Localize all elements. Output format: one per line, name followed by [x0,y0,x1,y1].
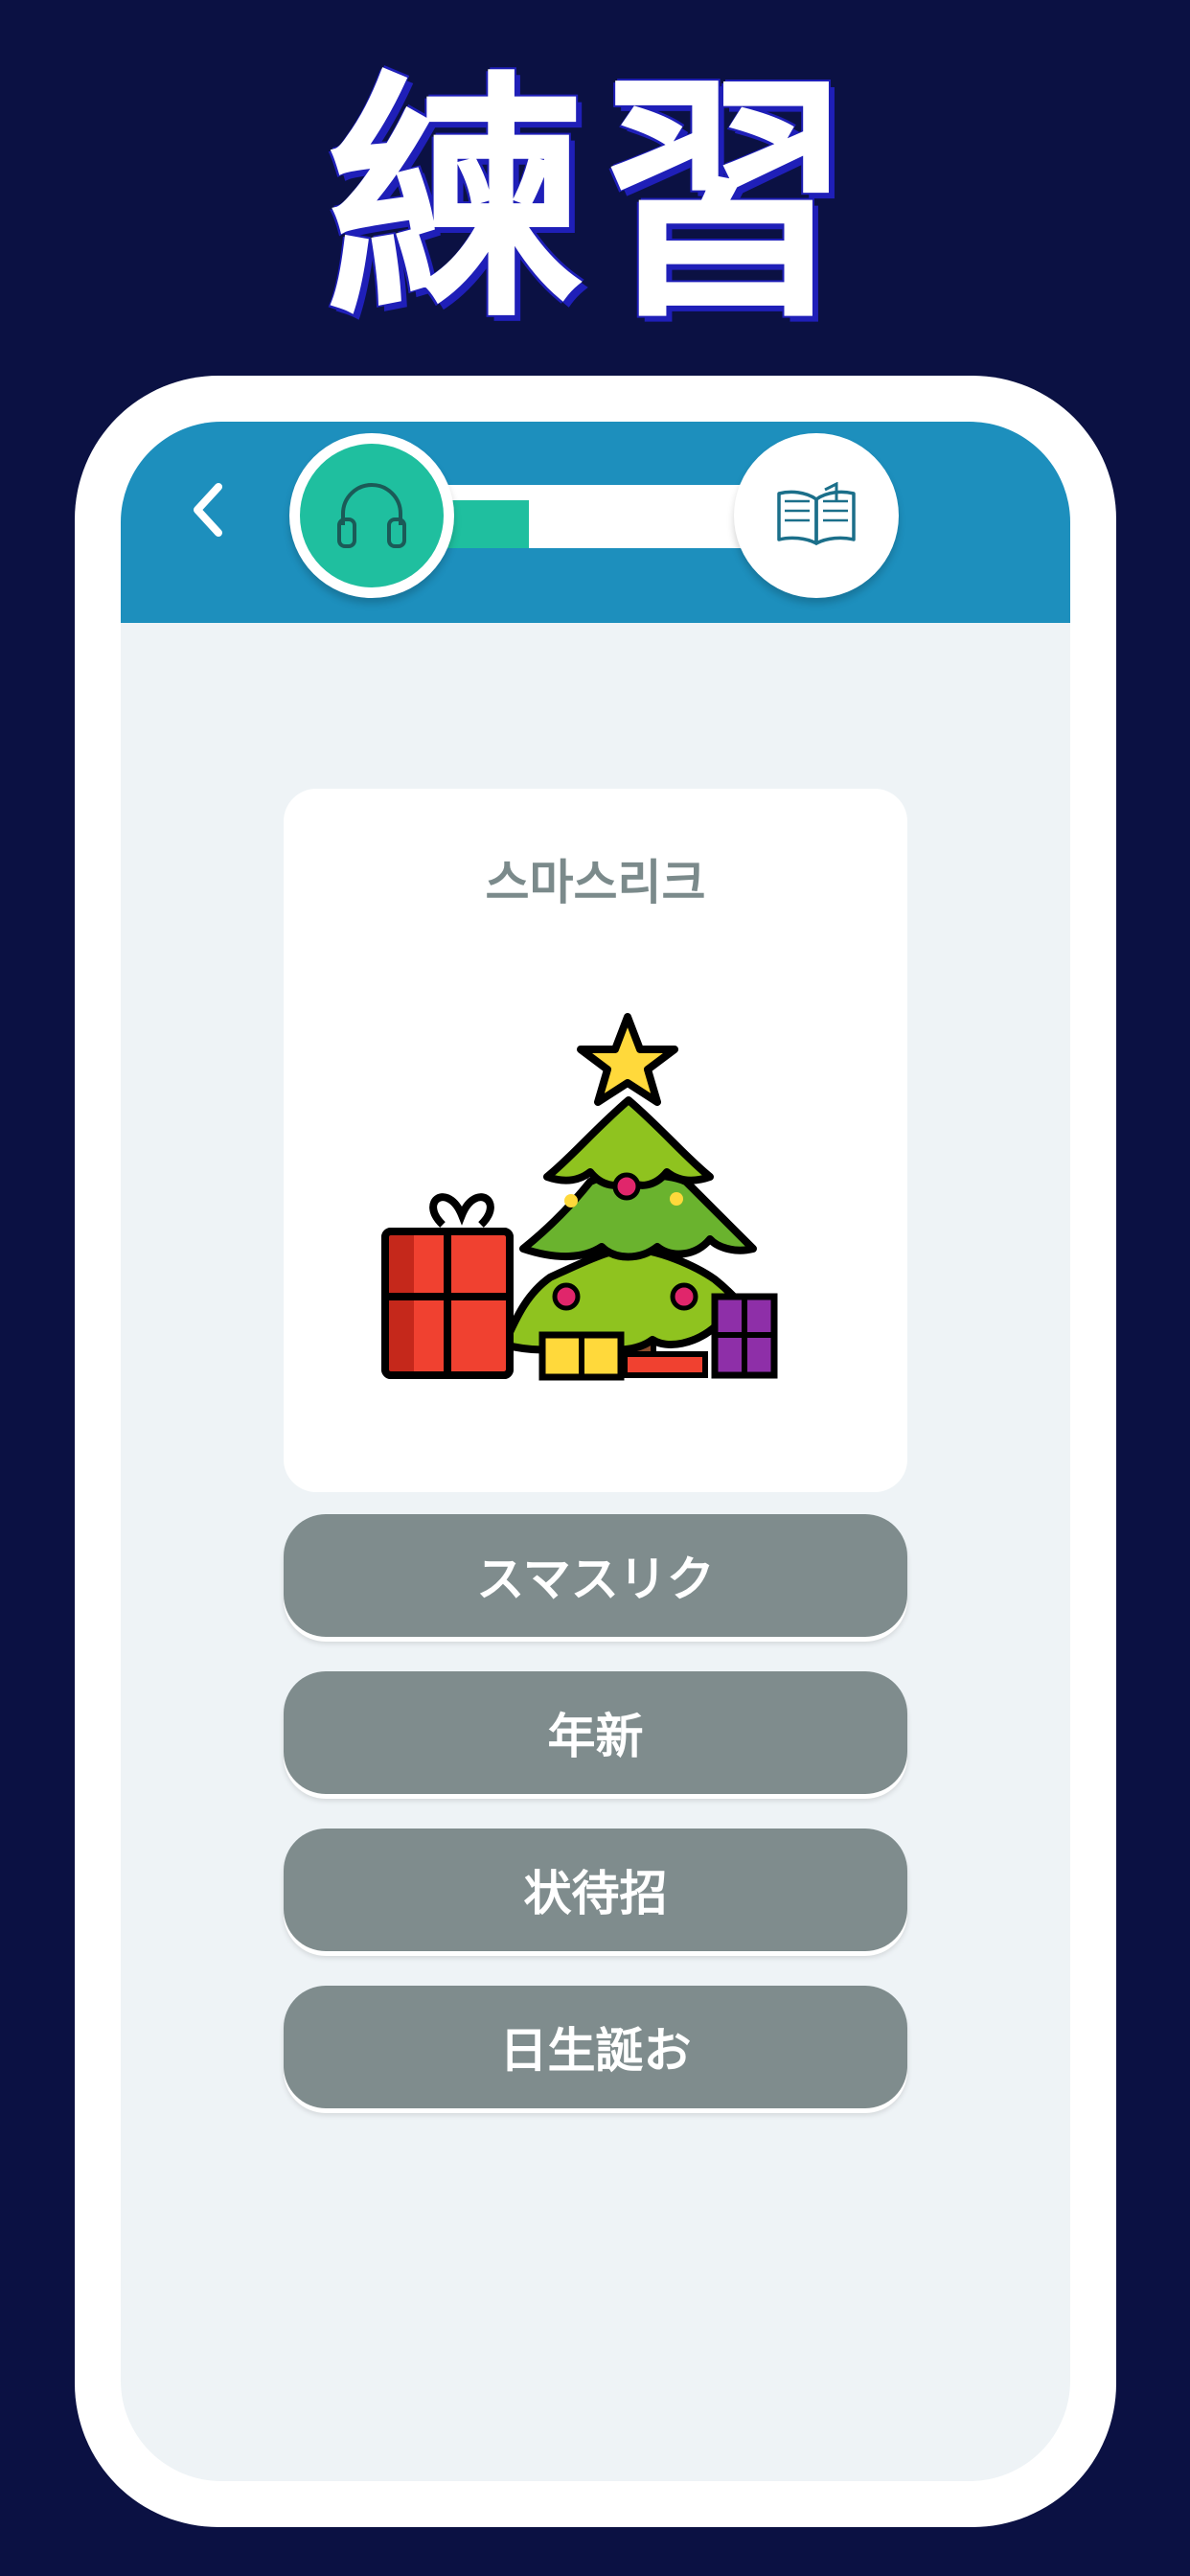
headphones-icon [337,483,406,548]
page-headline: 練習 [327,50,863,352]
flashcard: 스마스리크 [284,789,907,1492]
listen-step-button[interactable] [289,433,454,598]
answer-option-1[interactable]: スマスリク [284,1514,907,1637]
open-book-icon [777,482,856,545]
christmas-tree-gifts-illustration [381,1013,778,1381]
phone-frame: 스마스리크 スマスリク 年新 状待招 日生誕お [75,376,1116,2527]
app-screen: 스마스리크 スマスリク 年新 状待招 日生誕お [121,422,1070,2481]
chevron-left-icon [194,483,222,537]
answer-option-2[interactable]: 年新 [284,1671,907,1794]
back-button[interactable] [169,472,245,548]
answer-option-3[interactable]: 状待招 [284,1828,907,1951]
app-header [121,422,1070,623]
read-step-button[interactable] [734,433,899,598]
flashcard-word: 스마스리크 [485,855,706,910]
answer-option-4[interactable]: 日生誕お [284,1986,907,2108]
